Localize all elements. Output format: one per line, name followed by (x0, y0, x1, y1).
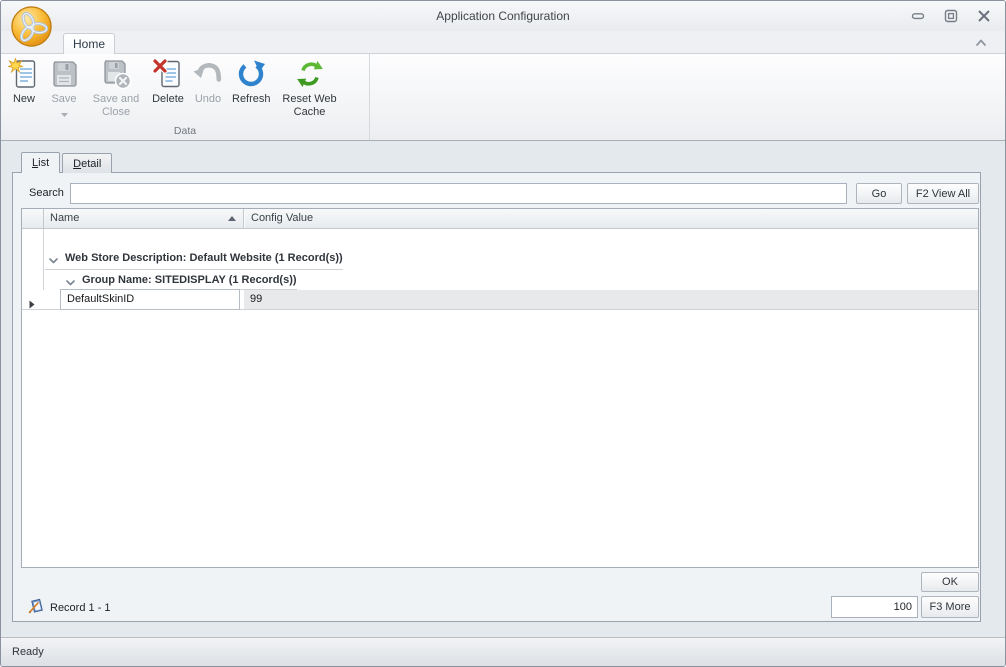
ribbon-button-label: Reset Web Cache (279, 93, 341, 119)
tab-detail[interactable]: Detail (62, 153, 112, 173)
collapse-chevron-icon (49, 255, 58, 261)
column-header-config-value[interactable]: Config Value (244, 209, 978, 228)
save-and-close-button: Save and Close (84, 58, 148, 119)
save-dropdown-caret-icon (61, 108, 68, 112)
ribbon-button-label: Delete (152, 93, 184, 106)
row-indicator-header (22, 209, 44, 228)
group-row-label: Group Name: SITEDISPLAY (1 Record(s)) (82, 274, 297, 286)
group-row-sitedisplay[interactable]: Group Name: SITEDISPLAY (1 Record(s)) (62, 270, 297, 290)
ok-button[interactable]: OK (921, 572, 979, 592)
grid-spacer (22, 229, 978, 247)
sort-ascending-icon (228, 216, 236, 221)
ribbon-button-label: Undo (195, 93, 221, 106)
window-controls (911, 9, 991, 23)
new-document-icon (8, 58, 40, 90)
config-grid: Name Config Value Web Store Descript (21, 208, 979, 568)
refresh-button[interactable]: Refresh (228, 58, 275, 106)
chevron-up-icon (973, 36, 989, 50)
record-book-icon (28, 598, 45, 615)
tab-list-label: ist (38, 157, 49, 169)
tab-detail-hotkey: D (73, 158, 81, 170)
reset-web-cache-icon (294, 58, 326, 90)
application-window: Application Configuration (0, 0, 1006, 667)
go-button[interactable]: Go (856, 183, 902, 204)
column-header-value-label: Config Value (251, 212, 313, 224)
close-button[interactable] (977, 9, 991, 23)
ribbon-collapse-button[interactable] (973, 36, 989, 50)
view-all-button[interactable]: F2 View All (907, 183, 979, 204)
search-label: Search (29, 187, 64, 199)
group-row-label: Web Store Description: Default Website (… (65, 252, 343, 264)
grid-body: Web Store Description: Default Website (… (22, 229, 978, 310)
column-header-name[interactable]: Name (44, 209, 244, 228)
cell-name[interactable]: DefaultSkinID (60, 289, 240, 310)
maximize-button[interactable] (944, 9, 958, 23)
save-and-close-icon (100, 58, 132, 90)
undo-button: Undo (188, 58, 228, 106)
tab-detail-label: etail (81, 158, 101, 170)
close-icon (977, 9, 991, 23)
minimize-button[interactable] (911, 9, 925, 23)
search-input[interactable] (70, 183, 847, 204)
column-header-name-label: Name (50, 212, 79, 224)
save-icon (48, 58, 80, 90)
tab-list[interactable]: List (21, 152, 60, 173)
application-menu-button[interactable] (10, 5, 53, 48)
page-tabs: List Detail (21, 152, 112, 173)
app-logo-icon (10, 5, 53, 48)
status-bar: Ready (1, 637, 1005, 666)
tab-home[interactable]: Home (63, 33, 115, 54)
ribbon-button-label: New (13, 93, 35, 106)
grid-header: Name Config Value (22, 209, 978, 229)
ribbon: New Save (1, 53, 1005, 141)
ribbon-button-label: Save (51, 93, 76, 106)
ribbon-tab-row: Home (1, 31, 1005, 53)
ribbon-button-label: Refresh (232, 93, 271, 106)
refresh-icon (235, 58, 267, 90)
focused-row-arrow-icon (29, 296, 35, 305)
group-row-web-store[interactable]: Web Store Description: Default Website (… (45, 247, 343, 270)
minimize-icon (911, 9, 925, 23)
maximize-icon (944, 9, 958, 23)
record-count-label: Record 1 - 1 (50, 602, 111, 614)
ribbon-group-data: New Save (1, 54, 370, 140)
table-row: DefaultSkinID 99 (22, 290, 978, 310)
collapse-chevron-icon (66, 277, 75, 283)
ribbon-button-label: Save and Close (88, 93, 144, 119)
more-button[interactable]: F3 More (921, 596, 979, 618)
title-bar: Application Configuration (1, 1, 1005, 31)
undo-icon (192, 58, 224, 90)
reset-web-cache-button[interactable]: Reset Web Cache (275, 58, 345, 119)
delete-button[interactable]: Delete (148, 58, 188, 106)
status-text: Ready (12, 646, 44, 658)
content-area: List Detail Search Go F2 View All Name (1, 141, 1005, 637)
page-size-input[interactable] (831, 596, 918, 618)
delete-icon (152, 58, 184, 90)
list-tab-page: Search Go F2 View All Name Config Value (12, 172, 981, 622)
ribbon-group-caption: Data (1, 125, 369, 140)
window-title: Application Configuration (436, 9, 569, 23)
cell-config-value[interactable]: 99 (244, 290, 978, 309)
save-button: Save (44, 58, 84, 112)
ribbon-buttons: New Save (1, 54, 369, 125)
new-button[interactable]: New (4, 58, 44, 106)
